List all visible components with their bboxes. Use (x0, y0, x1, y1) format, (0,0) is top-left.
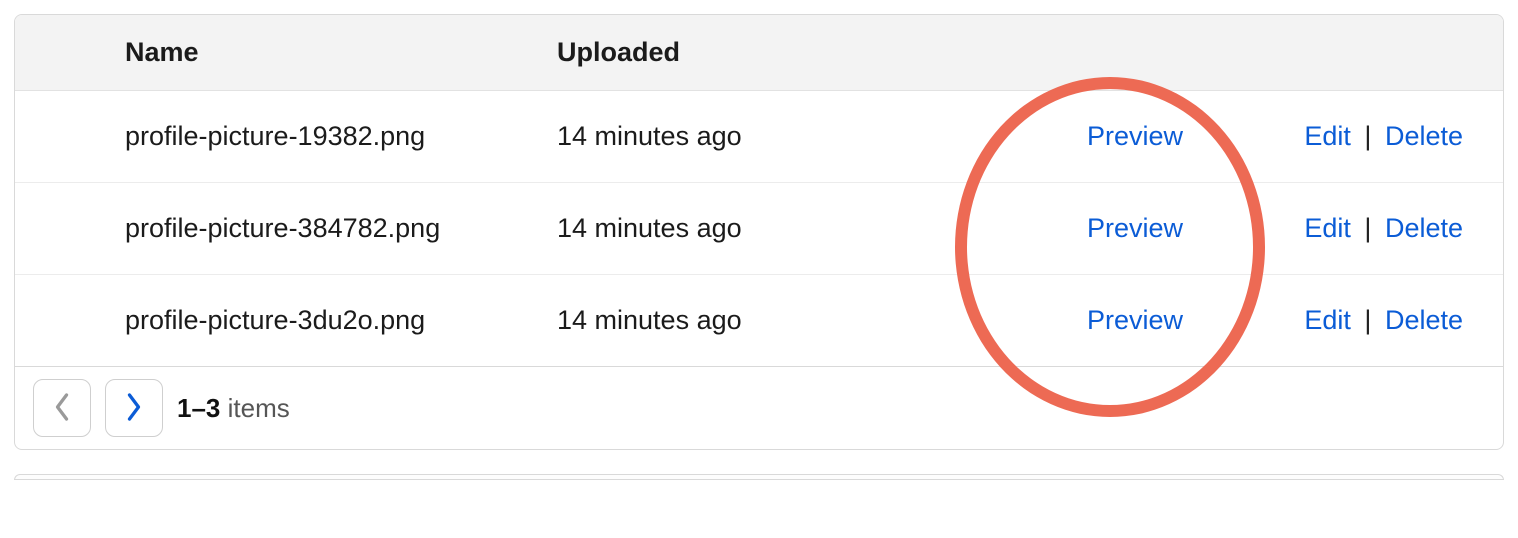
preview-link[interactable]: Preview (1087, 305, 1183, 335)
edit-link[interactable]: Edit (1304, 121, 1351, 151)
table-header-row: Name Uploaded (15, 15, 1503, 91)
chevron-left-icon (52, 392, 72, 425)
file-name: profile-picture-19382.png (15, 91, 535, 183)
action-separator: | (1358, 305, 1377, 335)
column-header-name: Name (15, 15, 535, 91)
delete-link[interactable]: Delete (1385, 121, 1463, 151)
table-row: profile-picture-384782.png 14 minutes ag… (15, 183, 1503, 275)
preview-link[interactable]: Preview (1087, 213, 1183, 243)
preview-link[interactable]: Preview (1087, 121, 1183, 151)
edit-link[interactable]: Edit (1304, 305, 1351, 335)
file-uploaded: 14 minutes ago (535, 183, 933, 275)
file-uploaded: 14 minutes ago (535, 91, 933, 183)
pagination-items-label: items (228, 393, 290, 423)
delete-link[interactable]: Delete (1385, 305, 1463, 335)
chevron-right-icon (124, 392, 144, 425)
delete-link[interactable]: Delete (1385, 213, 1463, 243)
column-header-uploaded: Uploaded (535, 15, 933, 91)
action-separator: | (1358, 121, 1377, 151)
column-header-preview (933, 15, 1243, 91)
file-table-panel: Name Uploaded profile-picture-19382.png … (14, 14, 1504, 450)
column-header-actions (1243, 15, 1503, 91)
secondary-panel-top (14, 474, 1504, 480)
pagination-footer: 1–3 items (15, 366, 1503, 449)
file-uploaded: 14 minutes ago (535, 275, 933, 367)
table-row: profile-picture-3du2o.png 14 minutes ago… (15, 275, 1503, 367)
pagination-range: 1–3 (177, 393, 220, 423)
pagination-count: 1–3 items (177, 393, 290, 424)
file-name: profile-picture-3du2o.png (15, 275, 535, 367)
prev-page-button[interactable] (33, 379, 91, 437)
action-separator: | (1358, 213, 1377, 243)
table-row: profile-picture-19382.png 14 minutes ago… (15, 91, 1503, 183)
next-page-button[interactable] (105, 379, 163, 437)
edit-link[interactable]: Edit (1304, 213, 1351, 243)
file-name: profile-picture-384782.png (15, 183, 535, 275)
file-table: Name Uploaded profile-picture-19382.png … (15, 15, 1503, 366)
